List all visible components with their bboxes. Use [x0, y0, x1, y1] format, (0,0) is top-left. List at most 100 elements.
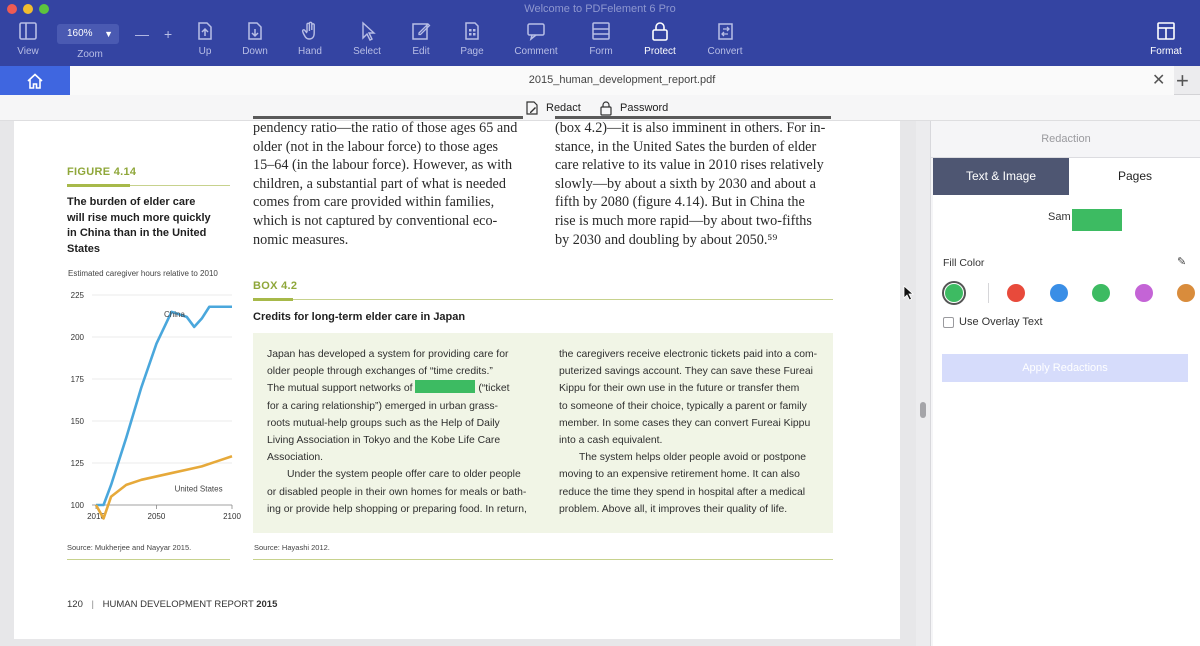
box-line: problem. Above all, it improves their qu… — [559, 503, 788, 515]
redaction-panel: Redaction Text & Image Pages Sam Fill Co… — [930, 121, 1200, 646]
body-line: by 2030 and doubling by about 2050.⁵⁹ — [555, 231, 778, 248]
series-label-united-states: United States — [175, 485, 223, 494]
sample-redaction-preview — [1072, 209, 1122, 231]
box-label: BOX 4.2 — [253, 280, 298, 292]
page-down-icon — [248, 22, 262, 40]
comment-icon — [527, 23, 545, 41]
sample-text: Sam — [1048, 211, 1071, 223]
hand-label: Hand — [298, 46, 322, 57]
edit-button[interactable]: Edit — [393, 20, 449, 57]
view-button[interactable]: View — [0, 20, 56, 57]
body-line: (box 4.2)—it is also imminent in others.… — [555, 120, 826, 136]
lock-icon — [652, 22, 668, 41]
new-tab-icon[interactable]: + — [1176, 66, 1189, 95]
overlay-label: Use Overlay Text — [959, 316, 1043, 328]
box-line: Japan has developed a system for providi… — [267, 349, 509, 360]
body-line: fifth by 2080 (figure 4.14). But in Chin… — [555, 194, 805, 211]
box-line: Kippu for their own use in the future or… — [559, 383, 800, 395]
box-bottom-rule — [253, 559, 833, 560]
zoom-select[interactable]: 160% ▼ — [57, 24, 119, 44]
protect-button[interactable]: Protect — [632, 20, 688, 57]
down-button[interactable]: Down — [227, 20, 283, 57]
redaction-mark[interactable] — [415, 380, 476, 394]
box-line: The mutual support networks of — [267, 383, 413, 395]
swatch-blue[interactable] — [1050, 284, 1068, 302]
y-tick-label: 175 — [71, 375, 85, 384]
tab-bar: 2015_human_development_report.pdf — [0, 66, 1200, 95]
down-label: Down — [242, 46, 268, 57]
panel-title: Redaction — [1041, 133, 1091, 145]
figure-label: FIGURE 4.14 — [67, 166, 137, 178]
box-line: to someone of their choice, typically a … — [559, 400, 807, 412]
box-title: Credits for long-term elder care in Japa… — [253, 311, 466, 323]
overlay-checkbox[interactable] — [943, 316, 954, 328]
zoom-in-button[interactable]: + — [164, 26, 172, 42]
document-viewport[interactable]: FIGURE 4.14 The burden of elder care wil… — [0, 116, 916, 646]
main-toolbar: Welcome to PDFelement 6 Pro View 160% ▼ Z… — [0, 0, 1200, 66]
swatch-orange[interactable] — [1177, 284, 1195, 302]
box-line: moving to an expensive retirement home. … — [559, 469, 800, 481]
page-up-icon — [198, 22, 212, 40]
page-button[interactable]: Page — [444, 20, 500, 57]
figure-rule-thin — [130, 185, 230, 186]
eyedropper-icon[interactable]: ✎ — [1177, 255, 1186, 268]
tab-pages[interactable]: Pages — [1069, 158, 1200, 195]
box-line: The system helps older people avoid or p… — [579, 452, 807, 464]
box-line: puterized savings account. They can save… — [559, 366, 813, 378]
edit-icon — [412, 23, 431, 40]
hand-button[interactable]: Hand — [282, 20, 338, 57]
close-tab-icon[interactable]: ✕ — [1152, 70, 1165, 90]
convert-icon — [718, 23, 733, 40]
box-line: reduce the time they spend in hospital a… — [559, 486, 806, 498]
select-button[interactable]: Select — [339, 20, 395, 57]
body-line: 15–64 (in the labour force). However, as… — [253, 157, 513, 174]
apply-redactions-button[interactable]: Apply Redactions — [942, 354, 1188, 382]
box-line: older people through exchanges of “time … — [267, 366, 493, 378]
swatch-selection-ring — [942, 281, 966, 305]
overlay-text-option[interactable]: Use Overlay Text — [943, 316, 1043, 328]
swatch-red[interactable] — [1007, 284, 1025, 302]
format-button[interactable]: Format — [1138, 20, 1194, 57]
page-footer: 120 | HUMAN DEVELOPMENT REPORT 2015 — [67, 599, 278, 610]
figure-rule — [67, 184, 130, 187]
figure-title: The burden of elder care will rise much … — [67, 195, 211, 257]
chevron-down-icon: ▼ — [104, 29, 113, 39]
swatch-purple[interactable] — [1135, 284, 1153, 302]
zoom-value: 160% — [67, 28, 93, 39]
cursor-arrow-icon — [362, 21, 376, 41]
box-line: Under the system people offer care to ol… — [287, 469, 521, 481]
box-line: roots mutual-help groups such as the Hel… — [267, 417, 500, 429]
home-tab[interactable] — [0, 66, 70, 95]
document-scrollbar[interactable] — [916, 121, 930, 646]
zoom-out-button[interactable]: — — [135, 26, 149, 42]
document-tab[interactable]: 2015_human_development_report.pdf — [70, 66, 1174, 95]
box-line: Living Association in Tokyo and the Kobe… — [267, 435, 501, 447]
tab-text-image[interactable]: Text & Image — [933, 158, 1069, 195]
mouse-pointer-icon — [903, 285, 915, 301]
swatch-green[interactable] — [1092, 284, 1110, 302]
up-button[interactable]: Up — [177, 20, 233, 57]
form-button[interactable]: Form — [573, 20, 629, 57]
hand-icon — [301, 21, 315, 40]
zoom-label: Zoom — [77, 49, 103, 60]
x-tick-label: 2100 — [223, 512, 241, 521]
body-line: stance, in the United Sates the burden o… — [555, 138, 817, 155]
footer-report: HUMAN DEVELOPMENT REPORT — [102, 599, 254, 610]
format-panel-icon — [1157, 22, 1175, 40]
box-source: Source: Hayashi 2012. — [254, 543, 330, 552]
body-line: care relative to its value in 2010 rises… — [555, 157, 824, 174]
convert-label: Convert — [707, 46, 743, 57]
window-title: Welcome to PDFelement 6 Pro — [524, 3, 676, 15]
form-icon — [592, 22, 610, 40]
pdf-page[interactable]: FIGURE 4.14 The burden of elder care wil… — [14, 116, 900, 639]
series-label-china: China — [164, 310, 185, 319]
comment-button[interactable]: Comment — [508, 20, 564, 57]
x-tick-label: 2050 — [148, 512, 166, 521]
home-icon — [27, 72, 43, 89]
box-line: into a cash equivalent. — [559, 435, 663, 447]
convert-button[interactable]: Convert — [697, 20, 753, 57]
body-line: older (not in the labour force) to those… — [253, 138, 499, 155]
comment-label: Comment — [514, 46, 558, 57]
scrollbar-thumb[interactable] — [920, 402, 926, 418]
swatch-selected[interactable] — [942, 281, 966, 305]
